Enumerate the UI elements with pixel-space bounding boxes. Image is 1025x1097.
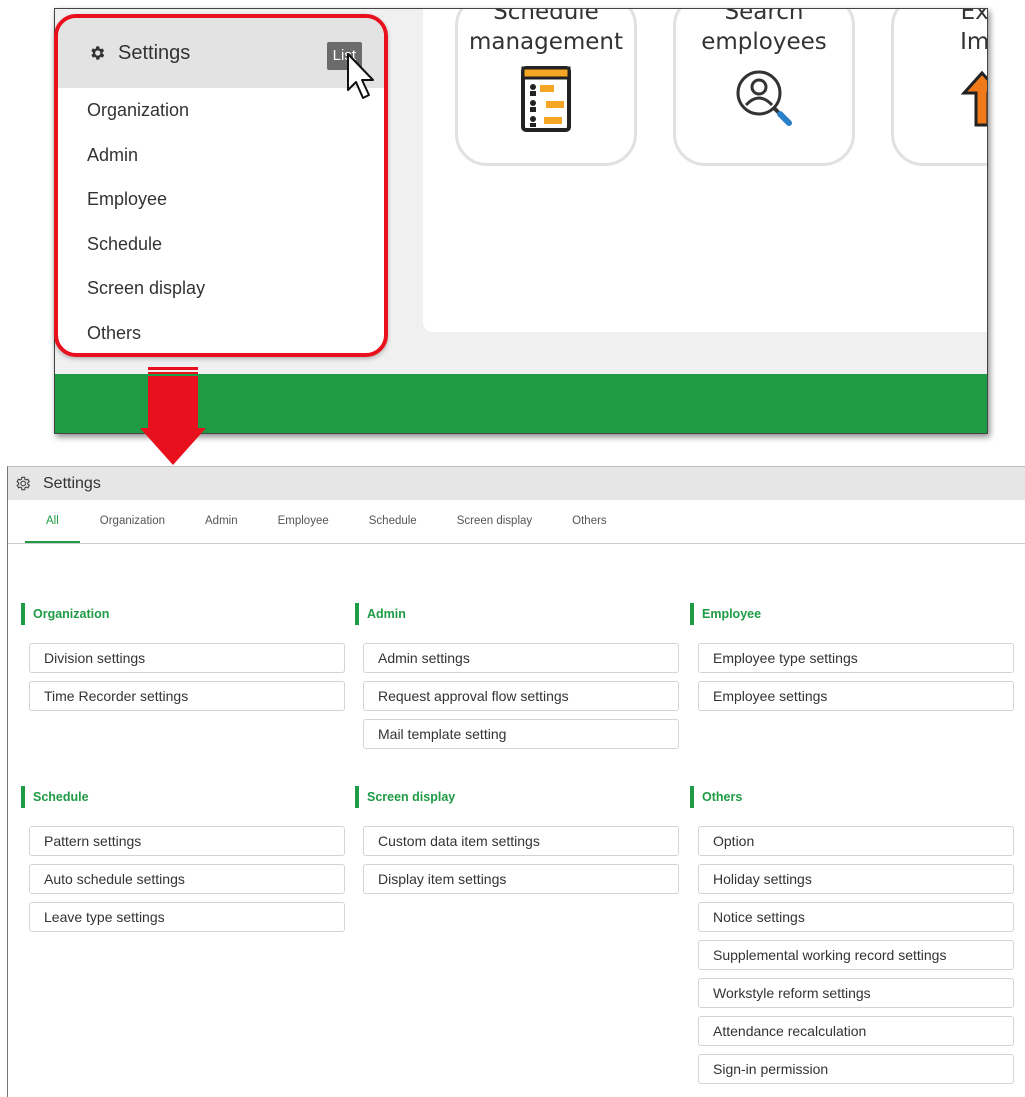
tab-schedule[interactable]: Schedule xyxy=(349,499,437,543)
tab-all[interactable]: All xyxy=(25,499,80,543)
section-title: Organization xyxy=(21,603,325,625)
setting-link[interactable]: Mail template setting xyxy=(363,719,679,749)
schedule-chart-icon xyxy=(521,66,571,132)
side-menu-title: Settings xyxy=(118,41,191,64)
setting-link[interactable]: Holiday settings xyxy=(698,864,1014,894)
tab-employee[interactable]: Employee xyxy=(258,499,349,543)
side-item-screen-display[interactable]: Screen display xyxy=(58,266,384,311)
side-item-employee[interactable]: Employee xyxy=(58,177,384,222)
setting-link[interactable]: Notice settings xyxy=(698,902,1014,932)
setting-link[interactable]: Workstyle reform settings xyxy=(698,978,1014,1008)
down-arrow-icon xyxy=(140,367,206,465)
section-others: Others Option Holiday settings Notice se… xyxy=(677,786,1014,1092)
card-label: Exp Imp xyxy=(960,8,988,55)
setting-link[interactable]: Auto schedule settings xyxy=(29,864,345,894)
up-arrow-icon xyxy=(960,70,987,127)
schedule-management-card[interactable]: Schedule management xyxy=(455,8,637,166)
tab-admin[interactable]: Admin xyxy=(185,499,258,543)
setting-link[interactable]: Display item settings xyxy=(363,864,679,894)
setting-link[interactable]: Custom data item settings xyxy=(363,826,679,856)
setting-link[interactable]: Division settings xyxy=(29,643,345,673)
card-label: Schedule management xyxy=(468,8,624,55)
tab-screen-display[interactable]: Screen display xyxy=(437,499,552,543)
section-schedule: Schedule Pattern settings Auto schedule … xyxy=(8,786,345,940)
section-title: Admin xyxy=(355,603,659,625)
menu-panel: Schedule management Search employees Ex … xyxy=(423,8,988,332)
section-title: Screen display xyxy=(355,786,659,808)
setting-link[interactable]: Request approval flow settings xyxy=(363,681,679,711)
setting-link[interactable]: Leave type settings xyxy=(29,902,345,932)
settings-header: Settings xyxy=(8,467,1025,500)
tab-bar: All Organization Admin Employee Schedule… xyxy=(8,500,1025,544)
setting-link[interactable]: Sign-in permission xyxy=(698,1054,1014,1084)
settings-page: Settings All Organization Admin Employee… xyxy=(7,466,1025,1097)
setting-link[interactable]: Time Recorder settings xyxy=(29,681,345,711)
section-screen-display: Screen display Custom data item settings… xyxy=(342,786,679,902)
search-person-icon xyxy=(736,70,792,126)
tab-others[interactable]: Others xyxy=(552,499,627,543)
section-admin: Admin Admin settings Request approval fl… xyxy=(342,603,679,757)
setting-link[interactable]: Option xyxy=(698,826,1014,856)
settings-title: Settings xyxy=(43,474,101,492)
export-import-card[interactable]: Exp Imp xyxy=(891,8,988,166)
setting-link[interactable]: Pattern settings xyxy=(29,826,345,856)
side-item-others[interactable]: Others xyxy=(58,311,384,354)
section-employee: Employee Employee type settings Employee… xyxy=(677,603,1014,719)
setting-link[interactable]: Attendance recalculation xyxy=(698,1016,1014,1046)
side-menu-header[interactable]: Settings List xyxy=(58,18,384,88)
search-employees-card[interactable]: Search employees xyxy=(673,8,855,166)
section-organization: Organization Division settings Time Reco… xyxy=(8,603,345,719)
section-title: Employee xyxy=(690,603,994,625)
gear-icon xyxy=(88,44,106,62)
side-item-admin[interactable]: Admin xyxy=(58,133,384,178)
section-title: Others xyxy=(690,786,994,808)
setting-link[interactable]: Supplemental working record settings xyxy=(698,940,1014,970)
card-label: Search employees xyxy=(701,8,827,55)
section-title: Schedule xyxy=(21,786,325,808)
setting-link[interactable]: Employee settings xyxy=(698,681,1014,711)
gear-outline-icon xyxy=(14,475,31,492)
side-item-schedule[interactable]: Schedule xyxy=(58,222,384,267)
tab-organization[interactable]: Organization xyxy=(80,499,185,543)
settings-side-menu: Settings List Organization Admin Employe… xyxy=(54,14,388,357)
mouse-cursor-icon xyxy=(347,53,374,99)
setting-link[interactable]: Admin settings xyxy=(363,643,679,673)
setting-link[interactable]: Employee type settings xyxy=(698,643,1014,673)
side-item-organization[interactable]: Organization xyxy=(58,88,384,133)
